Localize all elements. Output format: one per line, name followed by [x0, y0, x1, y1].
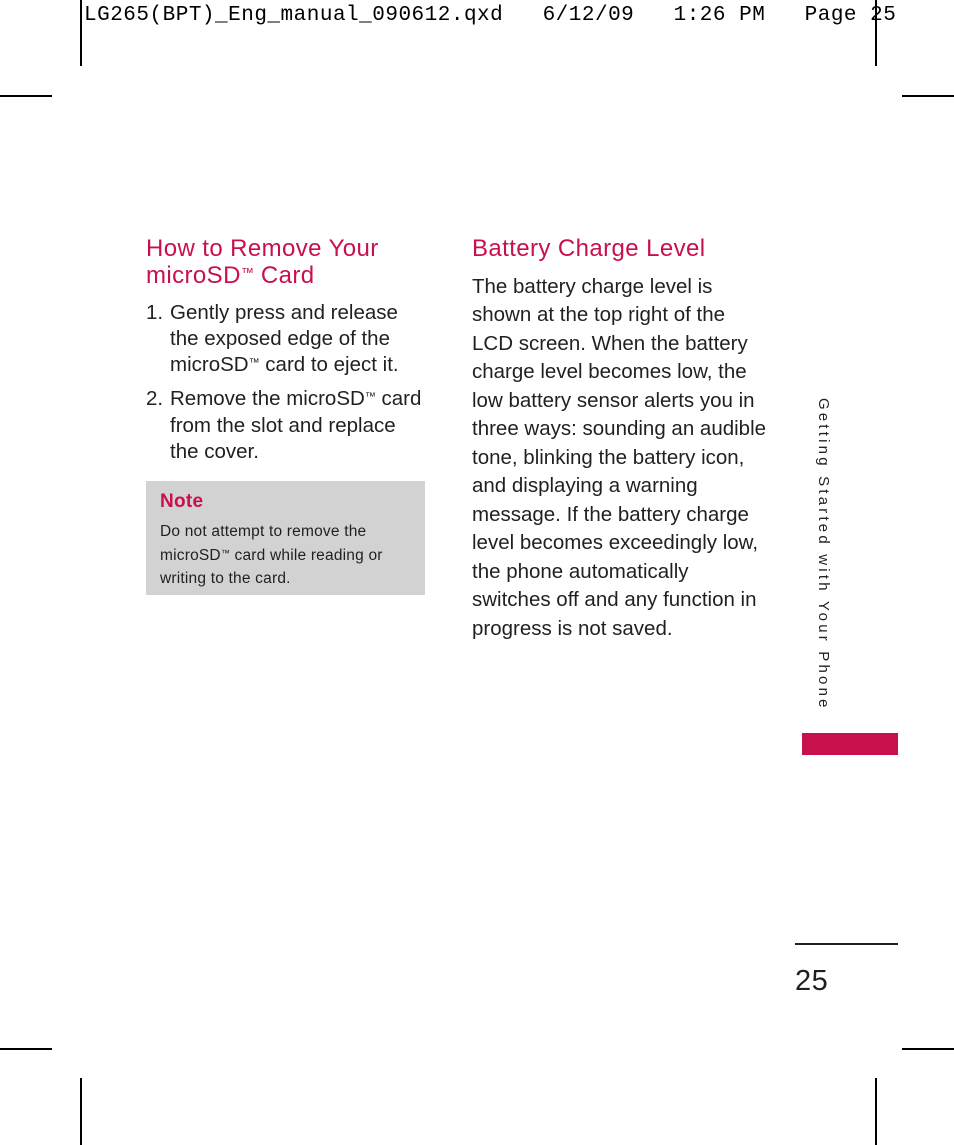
- trademark-icon: ™: [240, 264, 254, 280]
- right-section-heading: Battery Charge Level: [472, 235, 706, 262]
- left-column: How to Remove Your microSD™ Card 1. Gentl…: [146, 235, 428, 473]
- registration-mark-bottom-icon: [477, 1110, 478, 1111]
- crop-mark-top-left-vertical: [80, 0, 82, 66]
- left-heading-line-1: How to Remove Your: [146, 235, 379, 262]
- registration-mark-right-icon: [936, 571, 937, 574]
- folio-divider: [795, 943, 898, 945]
- list-item: 2. Remove the microSD™ card from the slot…: [146, 386, 428, 465]
- crop-mark-bottom-right-horizontal: [902, 1048, 954, 1050]
- trademark-icon: ™: [220, 547, 231, 558]
- step-number: 1.: [146, 300, 164, 324]
- crop-mark-bottom-left-horizontal: [0, 1048, 52, 1050]
- step-number: 2.: [146, 387, 164, 411]
- trademark-icon: ™: [364, 391, 376, 404]
- left-heading-microsd: microSD: [146, 261, 241, 289]
- crop-mark-bottom-left-vertical: [80, 1078, 82, 1145]
- note-body: Do not attempt to remove the microSD™ ca…: [160, 520, 411, 591]
- removal-steps-list: 1. Gently press and release the exposed e…: [146, 300, 428, 465]
- crop-mark-top-left-horizontal: [0, 95, 52, 97]
- left-heading-card: Card: [253, 261, 315, 289]
- running-head-chapter: Getting Started with Your Phone: [811, 398, 835, 728]
- crop-mark-bottom-right-vertical: [875, 1078, 877, 1145]
- battery-charge-body: The battery charge level is shown at the…: [472, 274, 767, 640]
- note-title: Note: [160, 491, 204, 512]
- crop-mark-top-right-horizontal: [902, 95, 954, 97]
- step-text-continued: card to eject it.: [259, 353, 399, 377]
- registration-mark-top-icon: [477, 36, 478, 37]
- manual-page: LG265(BPT)_Eng_manual_090612.qxd 6/12/09…: [0, 0, 954, 1145]
- running-head-label: Getting Started with Your Phone: [815, 398, 832, 711]
- registration-mark-left-icon: [18, 571, 19, 574]
- chapter-tab-marker: [802, 733, 898, 755]
- right-column: Battery Charge Level The battery charge …: [472, 235, 768, 643]
- trademark-icon: ™: [248, 357, 260, 370]
- page-number: 25: [795, 965, 829, 997]
- step-text: Remove the microSD: [170, 387, 365, 411]
- note-callout-box: Note Do not attempt to remove the microS…: [146, 481, 425, 595]
- left-section-heading: How to Remove Your microSD™ Card: [146, 235, 428, 290]
- list-item: 1. Gently press and release the exposed e…: [146, 300, 428, 379]
- print-header-text: LG265(BPT)_Eng_manual_090612.qxd 6/12/09…: [84, 4, 897, 27]
